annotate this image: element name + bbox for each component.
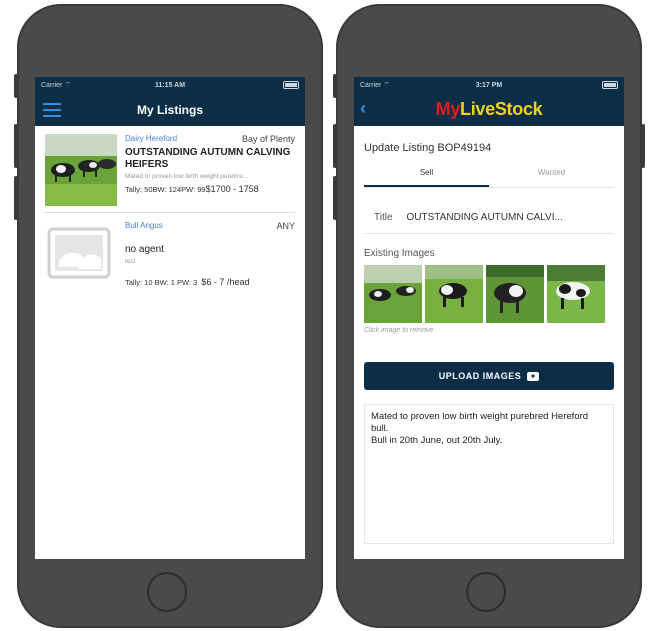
mute-switch bbox=[14, 74, 18, 98]
title-field-value[interactable]: OUTSTANDING AUTUMN CALVI... bbox=[407, 212, 563, 223]
home-button[interactable] bbox=[466, 572, 506, 612]
left-phone: Carrier ⌔ 11:15 AM My Listings Dairy Her… bbox=[14, 4, 323, 628]
nav-bar: ‹ MyLiveStock bbox=[354, 93, 624, 126]
listing-photo-cows bbox=[45, 134, 117, 206]
camera-icon bbox=[527, 371, 540, 381]
existing-image-1[interactable] bbox=[364, 265, 422, 323]
status-bar: Carrier ⌔ 11:15 AM bbox=[35, 77, 305, 93]
upload-images-label: UPLOAD IMAGES bbox=[438, 371, 522, 381]
tab-sell[interactable]: Sell bbox=[364, 160, 489, 187]
upload-images-button[interactable]: UPLOAD IMAGES bbox=[364, 362, 614, 390]
nav-bar: My Listings bbox=[35, 93, 305, 126]
listing-region: Bay of Plenty bbox=[241, 134, 295, 144]
listing-type-tabs: Sell Wanted bbox=[364, 160, 614, 188]
listing-item[interactable]: Dairy Hereford Bay of Plenty OUTSTANDING… bbox=[35, 126, 305, 212]
existing-images-label: Existing Images bbox=[364, 248, 435, 259]
existing-image-2[interactable] bbox=[425, 265, 483, 323]
listing-stats: Tally: 50BW: 124PW: 99$1700 - 1758 bbox=[125, 184, 295, 194]
volume-up-button bbox=[14, 124, 18, 168]
battery-icon bbox=[602, 81, 618, 89]
listing-price: $6 - 7 /head bbox=[201, 277, 250, 287]
back-chevron-icon[interactable]: ‹ bbox=[360, 98, 366, 119]
listing-title: no agent bbox=[125, 244, 164, 255]
status-bar: Carrier ⌔ 3:17 PM bbox=[354, 77, 624, 93]
listing-title: OUTSTANDING AUTUMN CALVING HEIFERS bbox=[125, 147, 291, 170]
title-field[interactable]: Title OUTSTANDING AUTUMN CALVI... bbox=[364, 202, 614, 234]
existing-image-4[interactable] bbox=[547, 265, 605, 323]
status-time: 3:17 PM bbox=[475, 81, 503, 89]
listing-tally: Tally: 10 BW: 1 PW: 3 bbox=[125, 278, 198, 287]
volume-up-button bbox=[333, 124, 337, 168]
status-time: 11:15 AM bbox=[154, 81, 186, 89]
battery-icon bbox=[283, 81, 299, 89]
page-heading: Update Listing BOP49194 bbox=[364, 142, 492, 154]
description-textarea[interactable]: Mated to proven low birth weight purebre… bbox=[364, 404, 614, 544]
existing-images-strip bbox=[364, 265, 614, 323]
listing-description: Mated to proven low birth weight purebre… bbox=[125, 173, 249, 180]
volume-down-button bbox=[14, 176, 18, 220]
page-title: My Listings bbox=[136, 102, 203, 117]
tab-wanted[interactable]: Wanted bbox=[489, 160, 614, 187]
power-button bbox=[641, 124, 645, 168]
volume-down-button bbox=[333, 176, 337, 220]
right-phone: Carrier ⌔ 3:17 PM ‹ MyLiveStock Update L… bbox=[333, 4, 645, 628]
existing-image-3[interactable] bbox=[486, 265, 544, 323]
images-hint: Click image to remove bbox=[364, 327, 434, 334]
listing-item[interactable]: Bull Angus ANY no agent test Tally: 10 B… bbox=[35, 213, 305, 299]
listing-region: ANY bbox=[276, 221, 295, 231]
listing-stats: Tally: 10 BW: 1 PW: 3 $6 - 7 /head bbox=[125, 277, 295, 287]
home-button[interactable] bbox=[147, 572, 187, 612]
mute-switch bbox=[333, 74, 337, 98]
update-listing-screen: Carrier ⌔ 3:17 PM ‹ MyLiveStock Update L… bbox=[354, 77, 624, 559]
listing-description: test bbox=[125, 258, 136, 265]
listing-tally: Tally: 50BW: 124PW: 99 bbox=[125, 185, 206, 194]
placeholder-cattle-icon bbox=[45, 221, 117, 293]
listing-price: $1700 - 1758 bbox=[205, 184, 259, 194]
hamburger-menu-icon[interactable] bbox=[43, 103, 61, 121]
title-field-label: Title bbox=[374, 212, 393, 223]
listing-breed: Bull Angus bbox=[125, 221, 163, 230]
app-logo: MyLiveStock bbox=[435, 99, 543, 119]
my-listings-screen: Carrier ⌔ 11:15 AM My Listings Dairy Her… bbox=[35, 77, 305, 559]
